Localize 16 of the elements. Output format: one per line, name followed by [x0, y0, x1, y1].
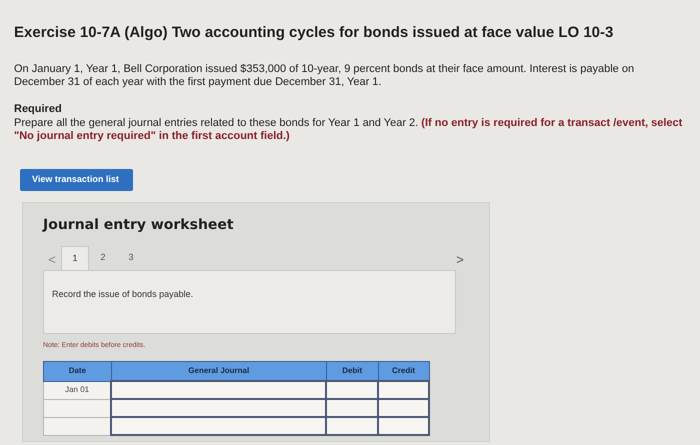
column-header: Debit [326, 361, 378, 381]
description-text: Record the issue of bonds payable. [52, 289, 194, 299]
worksheet-tab[interactable]: 1 [61, 246, 89, 270]
intro-paragraph: On January 1, Year 1, Bell Corporation issued $353,000 of 10-year, 9 percent bonds at their face amount. Interest is payable on December 31 of each year with the first payment due December 31, Year 1. [14, 62, 636, 88]
view-transactions-button[interactable]: View transaction list [20, 169, 133, 191]
worksheet-title: Journal entry worksheet [43, 216, 235, 235]
page-title: Exercise 10-7A (Algo) Two accounting cycles for bonds issued at face value LO 10-3 [14, 23, 614, 43]
required-heading: Required [14, 102, 63, 116]
next-button[interactable]: > [451, 250, 469, 270]
column-header: General Journal [111, 361, 326, 381]
worksheet-tab[interactable]: 3 [117, 246, 145, 270]
worksheet-tab[interactable]: 2 [89, 246, 117, 270]
column-header: Date [44, 361, 112, 381]
column-header: Credit [378, 361, 429, 381]
date-cell: Jan 01 [44, 381, 112, 399]
required-text: Prepare all the general journal entries related to these bonds for Year 1 and Year 2. (If no entry is required for a transact /event, select "No journal entry required" in the first account field.) [14, 117, 684, 143]
